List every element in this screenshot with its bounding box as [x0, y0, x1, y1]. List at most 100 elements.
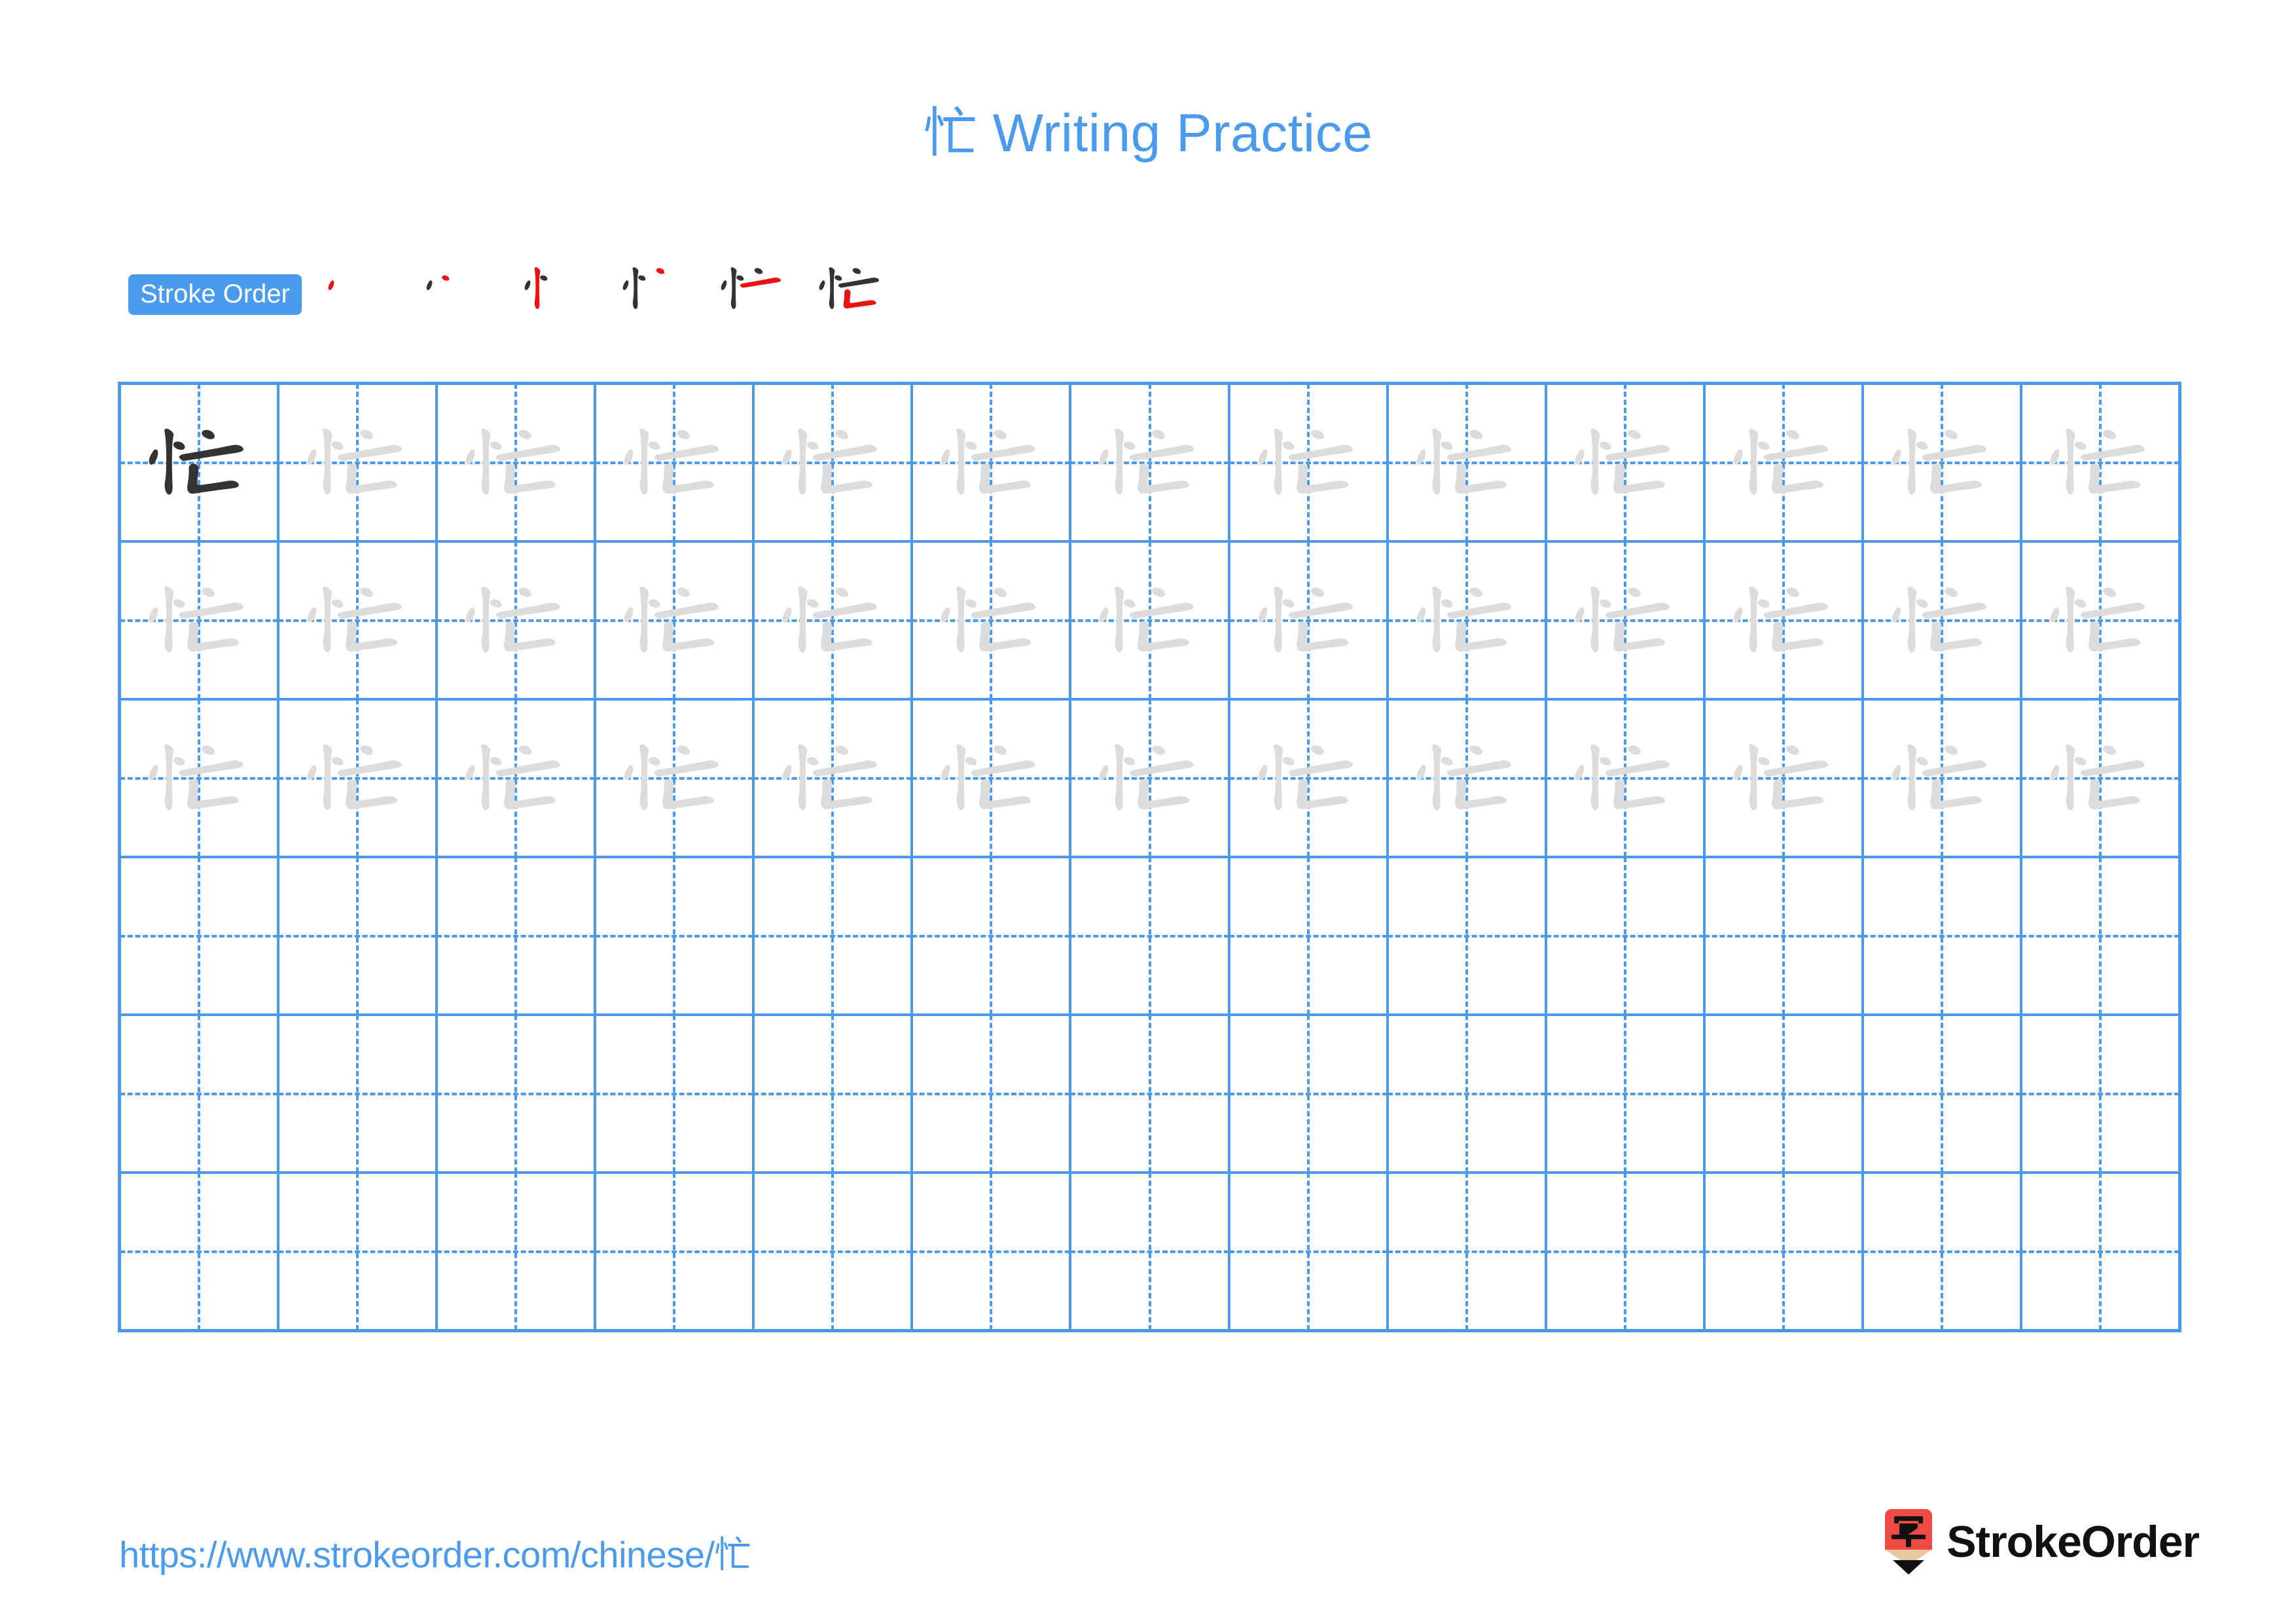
grid-cell-r5-c3[interactable]	[438, 1016, 597, 1171]
grid-cell-r2-c12[interactable]	[1863, 543, 2022, 698]
grid-cell-r5-c11[interactable]	[1705, 1016, 1864, 1171]
grid-cell-r1-c2[interactable]	[279, 385, 439, 540]
grid-cell-r2-c1[interactable]	[121, 543, 280, 698]
grid-cell-r5-c7[interactable]	[1071, 1016, 1230, 1171]
grid-cell-r3-c8[interactable]	[1230, 701, 1389, 856]
grid-cell-r3-c2[interactable]	[279, 701, 439, 856]
tracing-character	[279, 701, 435, 856]
grid-cell-r3-c3[interactable]	[438, 701, 597, 856]
grid-cell-r5-c13[interactable]	[2022, 1016, 2179, 1171]
grid-cell-r1-c12[interactable]	[1863, 385, 2022, 540]
grid-cell-r6-c9[interactable]	[1388, 1174, 1547, 1329]
grid-cell-r2-c13[interactable]	[2022, 543, 2179, 698]
grid-cell-r2-c2[interactable]	[279, 543, 439, 698]
grid-cell-r4-c11[interactable]	[1705, 858, 1864, 1013]
grid-cell-r1-c5[interactable]	[755, 385, 914, 540]
stroke-4	[360, 745, 374, 755]
grid-cell-r2-c5[interactable]	[755, 543, 914, 698]
grid-cell-r4-c8[interactable]	[1230, 858, 1389, 1013]
brand-logo[interactable]: StrokeOrder	[1885, 1506, 2200, 1578]
grid-cell-r6-c11[interactable]	[1705, 1174, 1864, 1329]
grid-cell-r3-c11[interactable]	[1705, 701, 1864, 856]
grid-cell-r4-c12[interactable]	[1863, 858, 2022, 1013]
grid-cell-r3-c1[interactable]	[121, 701, 280, 856]
grid-cell-r1-c9[interactable]	[1388, 385, 1547, 540]
grid-cell-r2-c4[interactable]	[596, 543, 755, 698]
grid-cell-r5-c10[interactable]	[1547, 1016, 1706, 1171]
grid-cell-r5-c4[interactable]	[596, 1016, 755, 1171]
grid-cell-r3-c6[interactable]	[913, 701, 1072, 856]
grid-cell-r4-c4[interactable]	[596, 858, 755, 1013]
stroke-4	[754, 268, 763, 274]
grid-cell-r3-c5[interactable]	[755, 701, 914, 856]
grid-cell-r3-c4[interactable]	[596, 701, 755, 856]
grid-cell-r2-c7[interactable]	[1071, 543, 1230, 698]
grid-cell-r5-c1[interactable]	[121, 1016, 280, 1171]
grid-cell-r2-c9[interactable]	[1388, 543, 1547, 698]
grid-cell-r4-c13[interactable]	[2022, 858, 2179, 1013]
grid-cell-r5-c8[interactable]	[1230, 1016, 1389, 1171]
grid-cell-r6-c7[interactable]	[1071, 1174, 1230, 1329]
grid-cell-r3-c13[interactable]	[2022, 701, 2179, 856]
stroke-5	[1130, 602, 1194, 619]
grid-cell-r6-c10[interactable]	[1547, 1174, 1706, 1329]
grid-cell-r6-c6[interactable]	[913, 1174, 1072, 1329]
grid-cell-r4-c9[interactable]	[1388, 858, 1547, 1013]
cell-guide-horizontal	[1547, 1250, 1703, 1253]
stroke-1	[465, 765, 475, 780]
stroke-6	[843, 289, 876, 309]
grid-cell-r6-c1[interactable]	[121, 1174, 280, 1329]
grid-cell-r3-c10[interactable]	[1547, 701, 1706, 856]
grid-cell-r5-c6[interactable]	[913, 1016, 1072, 1171]
grid-cell-r6-c4[interactable]	[596, 1174, 755, 1329]
grid-cell-r1-c3[interactable]	[438, 385, 597, 540]
grid-cell-r1-c1[interactable]	[121, 385, 280, 540]
cell-guide-vertical	[1940, 1174, 1943, 1329]
stroke-3	[323, 428, 332, 495]
grid-cell-r2-c6[interactable]	[913, 543, 1072, 698]
grid-cell-r4-c5[interactable]	[755, 858, 914, 1013]
grid-cell-r6-c12[interactable]	[1863, 1174, 2022, 1329]
grid-cell-r5-c9[interactable]	[1388, 1016, 1547, 1171]
grid-cell-r6-c2[interactable]	[279, 1174, 439, 1329]
stroke-1	[941, 765, 950, 780]
grid-cell-r6-c8[interactable]	[1230, 1174, 1389, 1329]
grid-cell-r1-c7[interactable]	[1071, 385, 1230, 540]
grid-cell-r4-c3[interactable]	[438, 858, 597, 1013]
footer-url[interactable]: https://www.strokeorder.com/chinese/忙	[119, 1525, 751, 1578]
grid-cell-r4-c2[interactable]	[279, 858, 439, 1013]
stroke-2	[1282, 757, 1295, 766]
grid-cell-r5-c2[interactable]	[279, 1016, 439, 1171]
grid-cell-r4-c7[interactable]	[1071, 858, 1230, 1013]
grid-cell-r1-c8[interactable]	[1230, 385, 1389, 540]
stroke-5	[179, 760, 243, 777]
grid-cell-r2-c11[interactable]	[1705, 543, 1864, 698]
grid-cell-r4-c10[interactable]	[1547, 858, 1706, 1013]
stroke-1	[941, 449, 950, 465]
stroke-6	[979, 779, 1031, 810]
tracing-character	[1547, 385, 1703, 540]
grid-cell-r5-c5[interactable]	[755, 1016, 914, 1171]
grid-cell-r3-c7[interactable]	[1071, 701, 1230, 856]
grid-cell-r4-c6[interactable]	[913, 858, 1072, 1013]
grid-cell-r1-c13[interactable]	[2022, 385, 2179, 540]
grid-cell-r4-c1[interactable]	[121, 858, 280, 1013]
grid-cell-r3-c12[interactable]	[1863, 701, 2022, 856]
stroke-1	[624, 607, 634, 623]
grid-cell-r1-c4[interactable]	[596, 385, 755, 540]
stroke-1	[2050, 607, 2060, 623]
grid-cell-r6-c13[interactable]	[2022, 1174, 2179, 1329]
grid-cell-r6-c3[interactable]	[438, 1174, 597, 1329]
grid-cell-r3-c9[interactable]	[1388, 701, 1547, 856]
grid-cell-r1-c10[interactable]	[1547, 385, 1706, 540]
grid-cell-r6-c5[interactable]	[755, 1174, 914, 1329]
grid-cell-r5-c12[interactable]	[1863, 1016, 2022, 1171]
grid-cell-r2-c3[interactable]	[438, 543, 597, 698]
stroke-6	[1929, 621, 1982, 652]
grid-row	[121, 543, 2179, 701]
grid-cell-r2-c10[interactable]	[1547, 543, 1706, 698]
grid-cell-r2-c8[interactable]	[1230, 543, 1389, 698]
stroke-4	[2103, 429, 2116, 439]
grid-cell-r1-c6[interactable]	[913, 385, 1072, 540]
grid-cell-r1-c11[interactable]	[1705, 385, 1864, 540]
